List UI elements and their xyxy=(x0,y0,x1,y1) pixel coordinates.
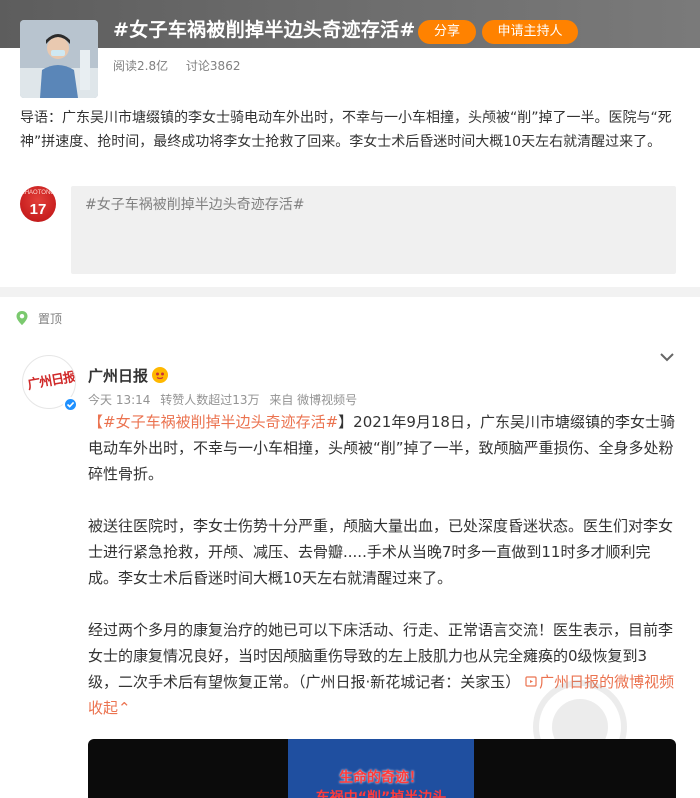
discussion-count: 讨论3862 xyxy=(185,59,241,73)
apply-host-button[interactable]: 申请主持人 xyxy=(482,20,578,44)
post-source[interactable]: 来自 微博视频号 xyxy=(269,393,357,407)
topic-stats: 阅读2.8亿 讨论3862 xyxy=(113,57,254,74)
post-card: 置顶 广州日报 广州日报 今天 13:14 转赞人数超过13万 来自 微博视频号… xyxy=(0,297,700,798)
member-badge-icon xyxy=(152,367,168,383)
read-count: 阅读2.8亿 xyxy=(113,59,169,73)
compose-input[interactable]: #女子车祸被削掉半边头奇迹存活# xyxy=(71,186,676,274)
topic-lead: 导语：广东吴川市塘缀镇的李女士骑电动车外出时，不幸与一小车相撞，头颅被“削”掉了… xyxy=(20,110,672,150)
topic-thumbnail[interactable] xyxy=(20,20,98,98)
verified-icon xyxy=(63,397,78,412)
pinned-indicator: 置顶 xyxy=(14,308,62,328)
post-meta: 今天 13:14 转赞人数超过13万 来自 微博视频号 xyxy=(88,391,363,408)
topic-card: #女子车祸被削掉半边头奇迹存活# 分享 申请主持人 阅读2.8亿 讨论3862 … xyxy=(0,0,700,287)
repost-count: 转赞人数超过13万 xyxy=(160,393,260,407)
topic-title: #女子车祸被削掉半边头奇迹存活# xyxy=(113,19,416,41)
pin-icon xyxy=(16,311,28,325)
post-paragraph: 【#女子车祸被削掉半边头奇迹存活#】2021年9月18日，广东吴川市塘缀镇的李女… xyxy=(88,413,675,483)
video-thumbnail: 生命的奇迹！ 车祸中“削”掉半边头 xyxy=(288,739,474,798)
collapse-link[interactable]: 收起⌃ xyxy=(88,699,131,717)
post-paragraph: 被送往医院时，李女士伤势十分严重，颅脑大量出血，已处深度昏迷状态。医生们对李女士… xyxy=(88,517,674,587)
user-avatar[interactable]: ZHAOTONG 17 xyxy=(20,186,56,222)
author-name[interactable]: 广州日报 xyxy=(88,365,148,386)
share-button[interactable]: 分享 xyxy=(418,20,476,44)
pinned-label: 置顶 xyxy=(38,311,63,326)
post-time[interactable]: 今天 13:14 xyxy=(88,393,150,407)
video-player[interactable]: 生命的奇迹！ 车祸中“削”掉半边头 xyxy=(88,739,676,798)
hashtag-link[interactable]: #女子车祸被削掉半边头奇迹存活# xyxy=(103,413,338,431)
chevron-down-icon[interactable] xyxy=(657,347,677,367)
